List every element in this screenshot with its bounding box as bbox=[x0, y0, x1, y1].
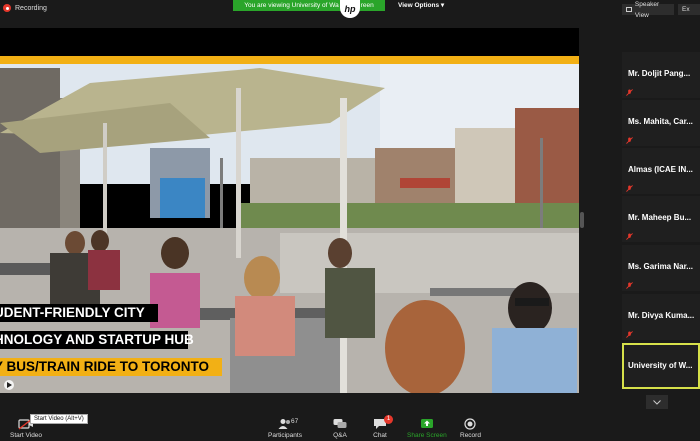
participant-tile[interactable]: Almas (ICAE IN... bbox=[622, 148, 700, 194]
recording-label: Recording bbox=[15, 4, 47, 12]
participant-name: Almas (ICAE IN... bbox=[628, 165, 693, 174]
participants-icon: 67 bbox=[278, 417, 298, 431]
chat-icon: 1 bbox=[373, 415, 393, 431]
chevron-down-icon: ▾ bbox=[440, 2, 445, 9]
mic-muted-icon bbox=[626, 233, 633, 240]
participant-tile[interactable]: Mr. Divya Kuma... bbox=[622, 294, 700, 340]
meeting-toolbar: Start Video 67 Participants Q&A 1 Chat S… bbox=[0, 413, 700, 441]
view-options-button[interactable]: View Options ▾ bbox=[398, 1, 444, 11]
participant-name: Mr. Doljit Pang... bbox=[628, 69, 691, 78]
qa-icon bbox=[333, 417, 347, 431]
participant-scroll-down-button[interactable] bbox=[646, 395, 668, 409]
mic-muted-icon bbox=[626, 89, 633, 96]
qa-label: Q&A bbox=[333, 432, 347, 439]
exit-fullscreen-button[interactable]: Ex bbox=[678, 4, 700, 15]
start-video-tooltip: Start Video (Alt+V) bbox=[30, 414, 88, 424]
qa-button[interactable]: Q&A bbox=[333, 417, 347, 439]
participant-tile[interactable]: Ms. Mahita, Car... bbox=[622, 100, 700, 146]
zoom-window: Recording You are viewing University of … bbox=[0, 0, 700, 441]
speaker-view-button[interactable]: Speaker View bbox=[622, 1, 674, 19]
caption-text-3: Y BUS/TRAIN RIDE TO TORONTO bbox=[0, 359, 210, 374]
viewing-banner-tail: reen bbox=[360, 2, 374, 9]
viewing-banner: You are viewing University of Wa reen bbox=[233, 0, 385, 11]
mic-muted-icon bbox=[626, 137, 633, 144]
speaker-view-label: Speaker View bbox=[634, 0, 660, 19]
participant-name: Mr. Divya Kuma... bbox=[628, 311, 695, 320]
panel-splitter-handle[interactable] bbox=[580, 212, 584, 228]
participants-button[interactable]: 67 Participants bbox=[268, 417, 302, 439]
caption-text-1: UDENT-FRIENDLY CITY bbox=[0, 305, 145, 320]
top-bar: Recording You are viewing University of … bbox=[0, 0, 700, 22]
mic-muted-icon bbox=[626, 282, 633, 289]
caption-text-2: HNOLOGY AND STARTUP HUB bbox=[0, 332, 194, 347]
viewing-banner-text: You are viewing University of Wa bbox=[244, 2, 339, 9]
hp-logo: hp bbox=[340, 0, 360, 18]
record-icon bbox=[464, 417, 477, 431]
video-caption-toronto: Y BUS/TRAIN RIDE TO TORONTO bbox=[0, 358, 222, 376]
participant-tile[interactable]: Mr. Maheep Bu... bbox=[622, 196, 700, 242]
chat-label: Chat bbox=[373, 432, 387, 439]
participant-name: Ms. Garima Nar... bbox=[628, 262, 693, 271]
record-button[interactable]: Record bbox=[460, 417, 481, 439]
mic-muted-icon bbox=[626, 185, 633, 192]
participant-name: Mr. Maheep Bu... bbox=[628, 213, 692, 222]
view-options-label: View Options bbox=[398, 2, 440, 9]
mic-muted-icon bbox=[626, 331, 633, 338]
participant-name: University of W... bbox=[628, 361, 693, 370]
record-label: Record bbox=[460, 432, 481, 439]
video-caption-tech-hub: HNOLOGY AND STARTUP HUB bbox=[0, 331, 194, 349]
exit-fullscreen-label: Ex bbox=[682, 6, 690, 13]
shared-screen-video: UDENT-FRIENDLY CITY HNOLOGY AND STARTUP … bbox=[0, 28, 579, 393]
participants-count: 67 bbox=[290, 418, 299, 425]
participant-name: Ms. Mahita, Car... bbox=[628, 117, 693, 126]
share-screen-label: Share Screen bbox=[407, 432, 447, 439]
grid-icon bbox=[626, 7, 632, 12]
share-screen-button[interactable]: Share Screen bbox=[407, 417, 447, 439]
participant-strip: Mr. Doljit Pang... Ms. Mahita, Car... Al… bbox=[620, 52, 700, 412]
start-video-label: Start Video bbox=[10, 432, 43, 439]
participant-tile[interactable]: Ms. Garima Nar... bbox=[622, 245, 700, 291]
chat-unread-badge: 1 bbox=[384, 415, 393, 424]
video-caption-student-friendly: UDENT-FRIENDLY CITY bbox=[0, 304, 158, 322]
participant-tile-active-speaker[interactable]: University of W... bbox=[622, 343, 700, 389]
chat-button[interactable]: 1 Chat bbox=[373, 415, 393, 439]
chevron-down-icon bbox=[653, 399, 661, 405]
recording-indicator[interactable]: Recording bbox=[3, 4, 47, 12]
hp-logo-text: hp bbox=[344, 4, 356, 14]
share-screen-icon bbox=[420, 417, 434, 431]
participant-tile[interactable]: Mr. Doljit Pang... bbox=[622, 52, 700, 98]
record-icon bbox=[3, 4, 11, 12]
participants-label: Participants bbox=[268, 432, 302, 439]
